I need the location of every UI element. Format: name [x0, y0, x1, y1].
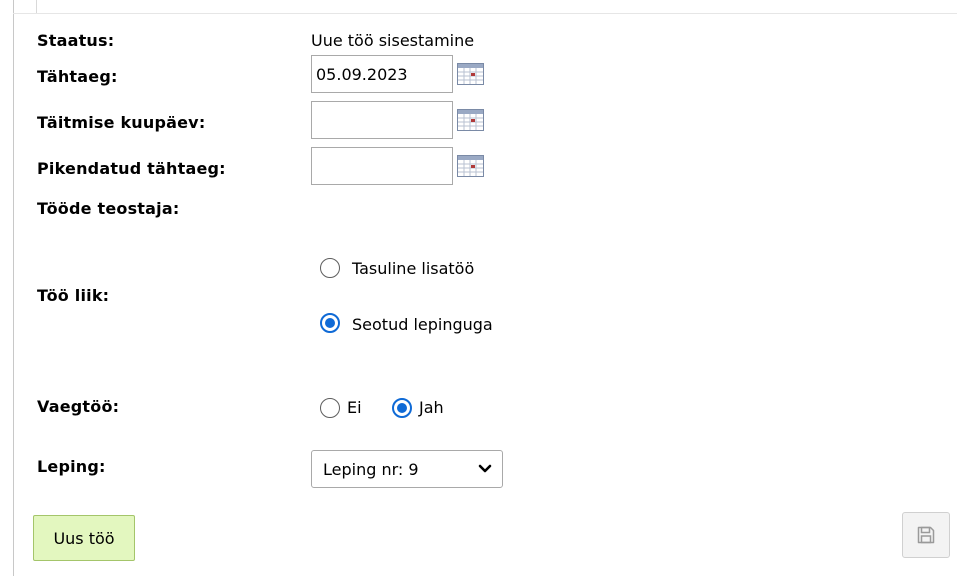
deadline-label: Tähtaeg: [37, 67, 118, 86]
contract-select[interactable]: Leping nr: 9 [311, 450, 503, 488]
completion-date-input[interactable] [311, 101, 453, 139]
contract-select-value: Leping nr: 9 [323, 459, 419, 479]
work-type-paid-extra-radio[interactable] [320, 258, 340, 278]
status-label: Staatus: [37, 31, 115, 50]
warranty-work-no-radio[interactable] [320, 398, 340, 418]
contract-label: Leping: [37, 457, 106, 476]
performer-label: Tööde teostaja: [37, 199, 180, 218]
warranty-work-yes-radio[interactable] [392, 398, 412, 418]
calendar-icon[interactable] [457, 63, 484, 85]
deadline-input[interactable] [311, 55, 453, 93]
save-button[interactable] [902, 512, 950, 558]
work-type-contract-label[interactable]: Seotud lepinguga [352, 315, 493, 334]
work-type-paid-extra-label[interactable]: Tasuline lisatöö [352, 259, 474, 278]
work-type-contract-radio[interactable] [320, 313, 340, 333]
panel-top-border [13, 13, 957, 14]
new-work-button[interactable]: Uus töö [33, 515, 135, 561]
calendar-icon[interactable] [457, 155, 484, 177]
chevron-down-icon [478, 464, 492, 473]
warranty-work-yes-label[interactable]: Jah [419, 398, 444, 417]
completion-date-label: Täitmise kuupäev: [37, 113, 206, 132]
warranty-work-no-label[interactable]: Ei [347, 398, 362, 417]
panel-left-border [13, 0, 14, 576]
extended-deadline-label: Pikendatud tähtaeg: [37, 159, 226, 178]
status-value: Uue töö sisestamine [311, 31, 475, 50]
extended-deadline-input[interactable] [311, 147, 453, 185]
save-icon [917, 526, 935, 544]
work-type-label: Töö liik: [37, 286, 110, 305]
panel-top-divider [36, 0, 37, 13]
calendar-icon[interactable] [457, 109, 484, 131]
warranty-work-label: Vaegtöö: [37, 397, 120, 416]
